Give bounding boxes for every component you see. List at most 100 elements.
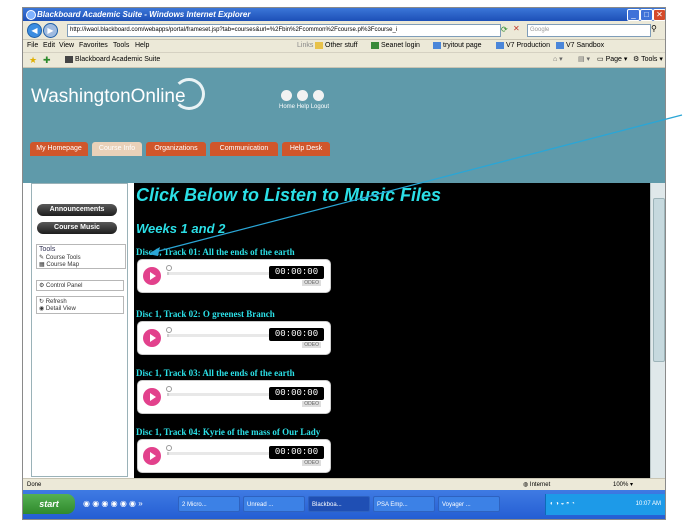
audio-player: 00:00:00 ODEO (137, 321, 331, 355)
home-link-icon[interactable] (281, 90, 292, 101)
control-panel-link[interactable]: ⚙ Control Panel (36, 280, 124, 291)
menu-help[interactable]: Help (135, 40, 149, 52)
site-logo[interactable]: WashingtonOnline (31, 86, 186, 108)
volume-knob[interactable] (166, 327, 172, 333)
search-icon[interactable]: ⚲ (651, 24, 657, 33)
player-brand: ODEO (302, 342, 321, 348)
refresh-icon[interactable]: ⟳ (501, 25, 508, 34)
ie-icon (26, 10, 36, 20)
taskbar-item[interactable]: Unread ... (243, 496, 305, 512)
play-icon[interactable] (143, 267, 161, 285)
content-frame: Click Below to Listen to Music Files Wee… (134, 183, 665, 478)
link-v7-sandbox[interactable]: V7 Sandbox (556, 40, 604, 52)
taskbar: start ◉ ◉ ◉ ◉ ◉ ◉ » 2 Micro... Unread ..… (23, 490, 665, 519)
favorites-bar: ★ ✚ Blackboard Academic Suite ⌂ ▾ ▤ ▾ ▭ … (23, 53, 665, 68)
seek-bar[interactable] (167, 452, 269, 455)
player-brand: ODEO (302, 401, 321, 407)
search-input[interactable]: Google (527, 24, 651, 37)
course-menu: Announcements Course Music Tools ✎ Cours… (31, 183, 128, 477)
audio-player: 00:00:00 ODEO (137, 439, 331, 473)
tab-communication[interactable]: Communication (210, 142, 278, 156)
logout-link-icon[interactable] (313, 90, 324, 101)
menu-file[interactable]: File (27, 40, 38, 52)
tools-header: Tools (39, 246, 56, 253)
page-menu[interactable]: ▭ Page ▾ (597, 53, 627, 67)
link-other-stuff[interactable]: Other stuff (315, 40, 358, 52)
detail-view-link[interactable]: ◉ Detail View (39, 305, 121, 312)
blackboard-icon (65, 55, 73, 63)
menu-favorites[interactable]: Favorites (79, 40, 108, 52)
play-icon[interactable] (143, 329, 161, 347)
logo-swirl-icon (173, 78, 205, 110)
folder-icon (315, 41, 323, 49)
volume-knob[interactable] (166, 265, 172, 271)
help-link[interactable]: Help (297, 104, 309, 110)
course-music-button[interactable]: Course Music (37, 222, 117, 234)
quick-launch-icons[interactable]: ◉ ◉ ◉ ◉ ◉ ◉ » (83, 499, 143, 508)
time-display: 00:00:00 (269, 328, 324, 341)
tab-organizations[interactable]: Organizations (146, 142, 206, 156)
track-title: Disc 1, Track 01: All the ends of the ea… (136, 247, 295, 257)
address-toolbar: ◀ ▶ http://iwaol.blackboard.com/webapps/… (23, 21, 665, 40)
link-v7-production[interactable]: V7 Production (496, 40, 550, 52)
tray-icons[interactable]: ◐ ◑ ◒ ◓ ◔ (546, 494, 575, 515)
help-link-icon[interactable] (297, 90, 308, 101)
system-tray: ◐ ◑ ◒ ◓ ◔ 10:07 AM (545, 494, 665, 515)
page-tab[interactable]: Blackboard Academic Suite (65, 53, 160, 67)
refresh-link[interactable]: ↻ Refresh (39, 298, 121, 305)
start-button[interactable]: start (23, 494, 75, 514)
favorites-star-icon[interactable]: ★ (29, 53, 37, 67)
top-links: Home Help Logout (279, 90, 329, 110)
menu-view[interactable]: View (59, 40, 74, 52)
content-scrollbar[interactable] (650, 183, 665, 478)
play-icon[interactable] (143, 388, 161, 406)
page-subheading: Weeks 1 and 2 (136, 221, 226, 236)
feeds-icon[interactable]: ▤ ▾ (578, 53, 590, 67)
volume-knob[interactable] (166, 445, 172, 451)
taskbar-item[interactable]: Voyager ... (438, 496, 500, 512)
taskbar-item[interactable]: PSA Emp... (373, 496, 435, 512)
volume-knob[interactable] (166, 386, 172, 392)
time-display: 00:00:00 (269, 446, 324, 459)
ie-page-icon (496, 41, 504, 49)
menu-tools[interactable]: Tools (113, 40, 129, 52)
seek-bar[interactable] (167, 334, 269, 337)
forward-button[interactable]: ▶ (43, 23, 58, 38)
tab-help-desk[interactable]: Help Desk (282, 142, 330, 156)
time-display: 00:00:00 (269, 266, 324, 279)
player-brand: ODEO (302, 460, 321, 466)
site-header: WashingtonOnline Home Help Logout My Hom… (23, 68, 665, 183)
seek-bar[interactable] (167, 272, 269, 275)
announcements-button[interactable]: Announcements (37, 204, 117, 216)
window-titlebar: Blackboard Academic Suite - Windows Inte… (23, 8, 665, 21)
back-button[interactable]: ◀ (27, 23, 42, 38)
close-button[interactable]: ✕ (653, 9, 665, 21)
link-tryitout-page[interactable]: tryitout page (433, 40, 482, 52)
address-input[interactable]: http://iwaol.blackboard.com/webapps/port… (67, 24, 501, 37)
course-tools-link[interactable]: ✎ Course Tools (37, 254, 125, 261)
globe-icon: ◍ (523, 482, 530, 488)
maximize-button[interactable]: □ (640, 9, 653, 21)
home-link[interactable]: Home (279, 104, 295, 110)
menu-edit[interactable]: Edit (43, 40, 55, 52)
add-favorites-icon[interactable]: ✚ (43, 53, 51, 67)
minimize-button[interactable]: _ (627, 9, 640, 21)
track-title: Disc 1, Track 02: O greenest Branch (136, 309, 275, 319)
stop-icon[interactable]: ✕ (513, 24, 520, 33)
detail-view-icon: ◉ (39, 306, 46, 312)
tab-course-info[interactable]: Course Info (92, 142, 142, 156)
scrollbar-thumb[interactable] (653, 198, 665, 362)
browser-window: Blackboard Academic Suite - Windows Inte… (22, 7, 666, 520)
course-map-link[interactable]: ▦ Course Map (37, 261, 125, 268)
clock: 10:07 AM (635, 501, 661, 507)
logout-link[interactable]: Logout (311, 104, 329, 110)
play-icon[interactable] (143, 447, 161, 465)
taskbar-item[interactable]: 2 Micro... (178, 496, 240, 512)
link-seanet-login[interactable]: Seanet login (371, 40, 420, 52)
tab-my-homepage[interactable]: My Homepage (30, 142, 88, 156)
home-icon[interactable]: ⌂ ▾ (553, 53, 563, 67)
tools-menu[interactable]: ⚙ Tools ▾ (633, 53, 663, 67)
link-icon (371, 41, 379, 49)
seek-bar[interactable] (167, 393, 269, 396)
taskbar-item[interactable]: Blackboa... (308, 496, 370, 512)
